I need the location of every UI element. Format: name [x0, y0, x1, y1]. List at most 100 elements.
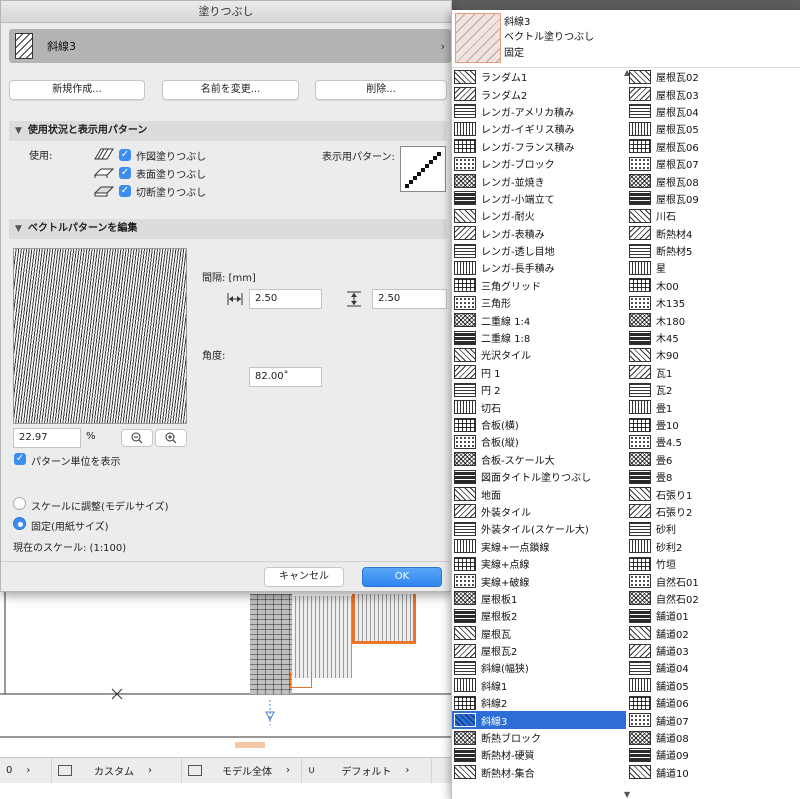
pattern-list-item[interactable]: 斜線2: [452, 694, 626, 711]
pattern-list-item[interactable]: 星: [627, 259, 800, 276]
pattern-list-item[interactable]: 屋根瓦03: [627, 85, 800, 102]
pattern-list-item[interactable]: 屋根瓦09: [627, 190, 800, 207]
pattern-list-item[interactable]: 木90: [627, 346, 800, 363]
zoom-input[interactable]: 22.97: [13, 428, 81, 448]
pattern-list-item[interactable]: 屋根瓦04: [627, 103, 800, 120]
pattern-list-item[interactable]: 自然石02: [627, 590, 800, 607]
surface-fill-checkbox[interactable]: ✓: [119, 167, 131, 179]
pattern-list-item[interactable]: 舗道02: [627, 625, 800, 642]
pattern-list-item[interactable]: 合板-スケール大: [452, 451, 626, 468]
angle-input[interactable]: 82.00˚: [249, 367, 322, 387]
pattern-list-item[interactable]: 実線+一点鎖線: [452, 538, 626, 555]
pattern-list-item[interactable]: 屋根瓦08: [627, 172, 800, 189]
new-button[interactable]: 新規作成...: [9, 80, 145, 100]
pattern-list-item[interactable]: レンガ-長手積み: [452, 259, 626, 276]
pattern-list-item[interactable]: 地面: [452, 485, 626, 502]
pattern-preview[interactable]: [13, 248, 187, 424]
pattern-list-item[interactable]: 切石: [452, 398, 626, 415]
zoom-out-button[interactable]: [121, 429, 153, 447]
pattern-list-item[interactable]: 合板(縦): [452, 433, 626, 450]
pattern-list-item[interactable]: 屋根瓦07: [627, 155, 800, 172]
pattern-list-item[interactable]: 畳6: [627, 451, 800, 468]
pattern-list-item[interactable]: レンガ-耐火: [452, 207, 626, 224]
show-pattern-unit-checkbox[interactable]: ✓: [14, 453, 26, 465]
pattern-list-item[interactable]: 舗道01: [627, 607, 800, 624]
pattern-list-item[interactable]: 川石: [627, 207, 800, 224]
pattern-list-item[interactable]: 断熱材-硬質: [452, 746, 626, 763]
pattern-selector[interactable]: 斜線3 ›: [9, 29, 451, 63]
pattern-list-item[interactable]: 三角グリッド: [452, 277, 626, 294]
status-model-view[interactable]: モデル全体 ›: [182, 758, 302, 783]
pattern-list-item[interactable]: レンガ-ブロック: [452, 155, 626, 172]
pattern-list-item[interactable]: ランダム1: [452, 68, 626, 85]
pattern-list-item[interactable]: 図面タイトル塗りつぶし: [452, 468, 626, 485]
pattern-list-item[interactable]: レンガ-表積み: [452, 225, 626, 242]
cut-fill-checkbox[interactable]: ✓: [119, 185, 131, 197]
pattern-list-item[interactable]: 舗道03: [627, 642, 800, 659]
pattern-list-item[interactable]: 木45: [627, 329, 800, 346]
scale-to-model-radio[interactable]: [13, 497, 26, 510]
status-layer-combo[interactable]: カスタム ›: [52, 758, 182, 783]
pattern-list-item[interactable]: 屋根瓦05: [627, 120, 800, 137]
vector-section-header[interactable]: ▼ ベクトルパターンを編集: [9, 219, 447, 239]
pattern-list-item[interactable]: 舗道04: [627, 659, 800, 676]
pattern-list-item[interactable]: 瓦2: [627, 381, 800, 398]
pattern-list-item[interactable]: レンガ-透し目地: [452, 242, 626, 259]
pattern-list-item[interactable]: 屋根瓦06: [627, 138, 800, 155]
pattern-list-item[interactable]: 断熱材4: [627, 225, 800, 242]
pattern-list-item[interactable]: 木180: [627, 311, 800, 328]
pattern-list-item[interactable]: 光沢タイル: [452, 346, 626, 363]
pattern-list-item[interactable]: 屋根板2: [452, 607, 626, 624]
scroll-down-icon[interactable]: ▼: [624, 790, 630, 799]
pattern-list-item[interactable]: 二重線 1:4: [452, 311, 626, 328]
pattern-list-item[interactable]: 木00: [627, 277, 800, 294]
pattern-list-item[interactable]: 斜線1: [452, 677, 626, 694]
pattern-list-item[interactable]: 屋根瓦02: [627, 68, 800, 85]
pattern-list-item[interactable]: 断熱ブロック: [452, 729, 626, 746]
pattern-list-item[interactable]: 舗道10: [627, 764, 800, 781]
pattern-list-item[interactable]: 斜線(幅狭): [452, 659, 626, 676]
pattern-list-item[interactable]: レンガ-イギリス積み: [452, 120, 626, 137]
pattern-list-item[interactable]: 舗道07: [627, 711, 800, 728]
pattern-list-item[interactable]: 屋根瓦: [452, 625, 626, 642]
pattern-list-item[interactable]: 断熱材5: [627, 242, 800, 259]
pattern-list-item[interactable]: 舗道05: [627, 677, 800, 694]
pattern-list-item[interactable]: 外装タイル(スケール大): [452, 520, 626, 537]
rename-button[interactable]: 名前を変更...: [162, 80, 299, 100]
display-pattern-editor[interactable]: [400, 146, 446, 192]
pattern-list-item[interactable]: レンガ-フランス積み: [452, 138, 626, 155]
pattern-list-item[interactable]: 三角形: [452, 294, 626, 311]
pattern-list-item[interactable]: 舗道08: [627, 729, 800, 746]
pattern-list-item[interactable]: 石張り2: [627, 503, 800, 520]
pattern-list-item[interactable]: 屋根瓦2: [452, 642, 626, 659]
pattern-list-item[interactable]: 舗道06: [627, 694, 800, 711]
pattern-list-item[interactable]: 畳8: [627, 468, 800, 485]
pattern-list-item[interactable]: 外装タイル: [452, 503, 626, 520]
ok-button[interactable]: OK: [362, 567, 442, 587]
cancel-button[interactable]: キャンセル: [264, 567, 344, 587]
pattern-list-item[interactable]: 実線+破線: [452, 572, 626, 589]
pattern-list-item[interactable]: 二重線 1:8: [452, 329, 626, 346]
pattern-list-item[interactable]: 断熱材-集合: [452, 764, 626, 781]
delete-button[interactable]: 削除...: [315, 80, 447, 100]
pattern-list-item[interactable]: 屋根板1: [452, 590, 626, 607]
usage-section-header[interactable]: ▼ 使用状況と表示用パターン: [9, 121, 447, 141]
pattern-list-item[interactable]: 自然石01: [627, 572, 800, 589]
zoom-in-button[interactable]: [155, 429, 187, 447]
fixed-paper-radio[interactable]: [13, 517, 26, 530]
pattern-list-item[interactable]: 石張り1: [627, 485, 800, 502]
pattern-list-item[interactable]: 円 2: [452, 381, 626, 398]
pattern-list-item[interactable]: 砂利2: [627, 538, 800, 555]
vertical-spacing-input[interactable]: 2.50: [372, 289, 447, 309]
pattern-list-item[interactable]: 畳1: [627, 398, 800, 415]
pattern-list-item[interactable]: 畳4.5: [627, 433, 800, 450]
pattern-list-item[interactable]: レンガ-小端立て: [452, 190, 626, 207]
pattern-list-item[interactable]: 瓦1: [627, 364, 800, 381]
pattern-list-item[interactable]: ランダム2: [452, 85, 626, 102]
pattern-list-item[interactable]: 砂利: [627, 520, 800, 537]
pattern-list-item[interactable]: 斜線3: [452, 711, 626, 729]
pattern-list-item[interactable]: レンガ-アメリカ積み: [452, 103, 626, 120]
drafting-fill-checkbox[interactable]: ✓: [119, 149, 131, 161]
status-pen-set[interactable]: ∪ デフォルト ›: [302, 758, 432, 783]
pattern-list-item[interactable]: レンガ-並焼き: [452, 172, 626, 189]
